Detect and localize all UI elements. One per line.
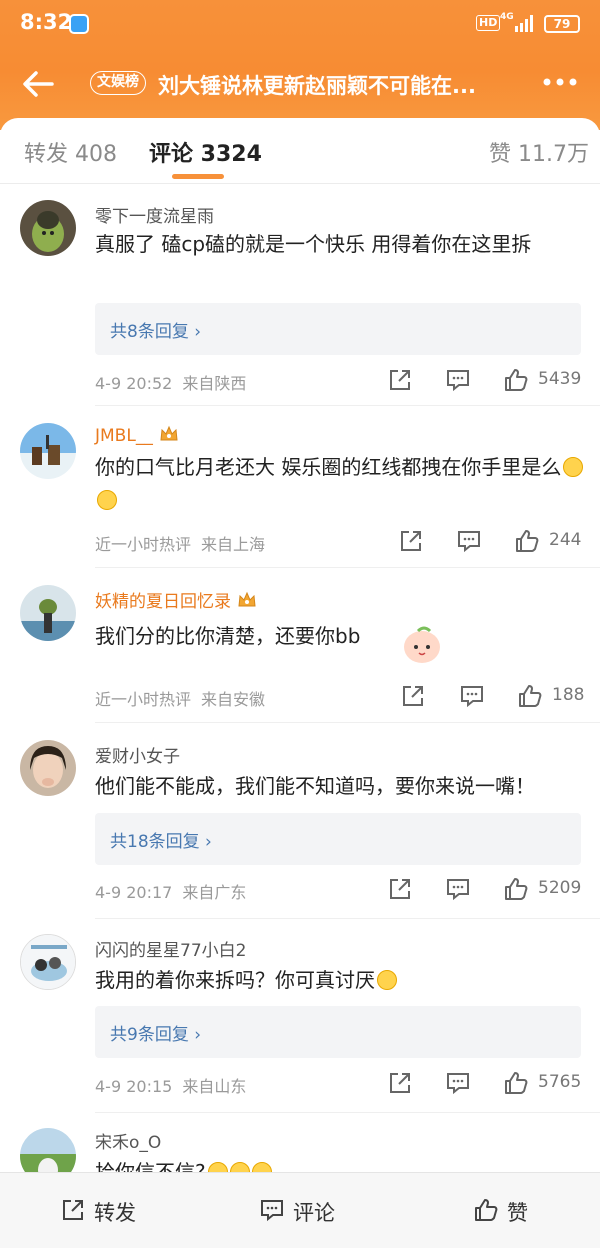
- divider: [95, 567, 600, 568]
- comment-meta: 4-9 20:17 来自广东: [95, 879, 246, 903]
- comment-location: 来自安徽: [201, 690, 266, 709]
- comment-meta: 4-9 20:52 来自陕西: [95, 370, 246, 394]
- comment-text: 他们能不能成，我们能不知道吗，要你来说一嘴！: [95, 774, 535, 798]
- thumbs-up-icon[interactable]: [503, 1070, 529, 1096]
- status-time: 8:32: [20, 10, 73, 34]
- comment-text: 你的口气比月老还大 娱乐圈的红线都拽在你手里是么: [95, 451, 590, 517]
- username[interactable]: 妖精的夏日回忆录: [95, 587, 257, 612]
- peach-sticker-icon: [404, 626, 440, 663]
- replies-link[interactable]: 共9条回复 ›: [95, 1006, 581, 1058]
- crown-badge-icon: [238, 591, 256, 607]
- comment-icon[interactable]: [459, 683, 485, 709]
- replies-link[interactable]: 共18条回复 ›: [95, 813, 581, 865]
- like-count: 188: [552, 685, 585, 705]
- share-icon[interactable]: [387, 1070, 413, 1096]
- replies-label: 共9条回复 ›: [110, 1025, 202, 1045]
- replies-label: 共8条回复 ›: [110, 322, 202, 342]
- comment-time: 4-9 20:15: [95, 1077, 173, 1096]
- username-text: JMBL__: [95, 426, 153, 446]
- comment-location: 来自山东: [182, 1077, 247, 1096]
- share-icon[interactable]: [400, 683, 426, 709]
- username[interactable]: 宋禾o_O: [95, 1128, 161, 1153]
- like-count: 5209: [538, 878, 582, 898]
- divider: [95, 722, 600, 723]
- username[interactable]: 零下一度流星雨: [95, 202, 214, 227]
- signal-icon: [515, 15, 533, 32]
- crown-badge-icon: [160, 425, 178, 441]
- divider: [95, 1112, 600, 1113]
- username[interactable]: JMBL__: [95, 425, 179, 446]
- tab-forward[interactable]: 转发 408: [24, 136, 117, 168]
- comment-time: 近一小时热评: [95, 690, 192, 709]
- share-icon[interactable]: [387, 367, 413, 393]
- thumbs-up-icon[interactable]: [503, 876, 529, 902]
- username[interactable]: 爱财小女子: [95, 742, 180, 767]
- comment-time: 4-9 20:52: [95, 374, 173, 393]
- thumbs-up-icon[interactable]: [514, 528, 540, 554]
- like-count: 5439: [538, 369, 582, 389]
- bottom-action-bar: 转发 评论 赞: [0, 1172, 600, 1248]
- active-tab-indicator: [172, 174, 224, 179]
- share-icon[interactable]: [398, 528, 424, 554]
- comment-icon[interactable]: [445, 367, 471, 393]
- like-count: 244: [549, 530, 582, 550]
- face-emoji-icon: [97, 490, 117, 510]
- comment-meta: 4-9 20:15 来自山东: [95, 1073, 246, 1097]
- face-emoji-icon: [563, 457, 584, 477]
- comment-time: 4-9 20:17: [95, 883, 173, 902]
- comment-text-content: 我用的着你来拆吗？你可真讨厌: [95, 968, 375, 992]
- divider: [95, 918, 600, 919]
- like-button[interactable]: 赞: [507, 1197, 528, 1227]
- comment-location: 来自广东: [182, 883, 247, 902]
- comment-button[interactable]: 评论: [293, 1197, 335, 1227]
- username-text: 妖精的夏日回忆录: [95, 592, 231, 612]
- tab-likes[interactable]: 赞 11.7万: [489, 136, 589, 168]
- replies-label: 共18条回复 ›: [110, 832, 212, 852]
- category-tag[interactable]: 文娱榜: [90, 71, 146, 95]
- comment-text: 真服了 磕cp磕的就是一个快乐 用得着你在这里拆: [95, 232, 532, 256]
- avatar[interactable]: [20, 423, 76, 479]
- comment-icon[interactable]: [259, 1197, 285, 1223]
- replies-link[interactable]: 共8条回复 ›: [95, 303, 581, 355]
- app-notification-icon: [69, 14, 89, 34]
- share-icon[interactable]: [60, 1197, 86, 1223]
- navigation-bar: 文娱榜 刘大锤说林更新赵丽颖不可能在...: [0, 48, 600, 120]
- share-icon[interactable]: [387, 876, 413, 902]
- thumbs-up-icon[interactable]: [473, 1197, 499, 1223]
- divider: [95, 405, 600, 406]
- battery-level: 79: [544, 15, 580, 33]
- comment-icon[interactable]: [445, 1070, 471, 1096]
- tab-bar: 转发 408 评论 3324 赞 11.7万: [0, 118, 600, 184]
- status-bar: 8:32 HD 4G 79: [0, 0, 600, 48]
- comment-location: 来自陕西: [182, 374, 247, 393]
- comment-time: 近一小时热评: [95, 535, 192, 554]
- back-arrow-icon[interactable]: [18, 64, 58, 104]
- hd-icon: HD: [476, 15, 501, 31]
- username[interactable]: 闪闪的星星77小白2: [95, 936, 246, 961]
- avatar[interactable]: [20, 740, 76, 796]
- thumbs-up-icon[interactable]: [503, 367, 529, 393]
- divider: [0, 183, 600, 184]
- comment-meta: 近一小时热评 来自上海: [95, 531, 265, 555]
- page-title: 刘大锤说林更新赵丽颖不可能在...: [158, 74, 476, 98]
- comment-meta: 近一小时热评 来自安徽: [95, 686, 265, 710]
- tab-comments[interactable]: 评论 3324: [149, 136, 262, 168]
- comment-text: 我用的着你来拆吗？你可真讨厌: [95, 964, 590, 997]
- like-count: 5765: [538, 1072, 582, 1092]
- comment-icon[interactable]: [445, 876, 471, 902]
- forward-button[interactable]: 转发: [94, 1197, 136, 1227]
- avatar[interactable]: [20, 585, 76, 641]
- network-type: 4G: [500, 12, 514, 22]
- more-dots-icon[interactable]: [540, 70, 580, 94]
- avatar[interactable]: [20, 934, 76, 990]
- avatar[interactable]: [20, 200, 76, 256]
- comment-text: 我们分的比你清楚，还要你bb: [95, 624, 361, 648]
- laughing-crying-emoji-icon: [377, 970, 397, 990]
- comment-text-content: 你的口气比月老还大 娱乐圈的红线都拽在你手里是么: [95, 455, 562, 479]
- thumbs-up-icon[interactable]: [517, 683, 543, 709]
- comment-location: 来自上海: [201, 535, 266, 554]
- comment-icon[interactable]: [456, 528, 482, 554]
